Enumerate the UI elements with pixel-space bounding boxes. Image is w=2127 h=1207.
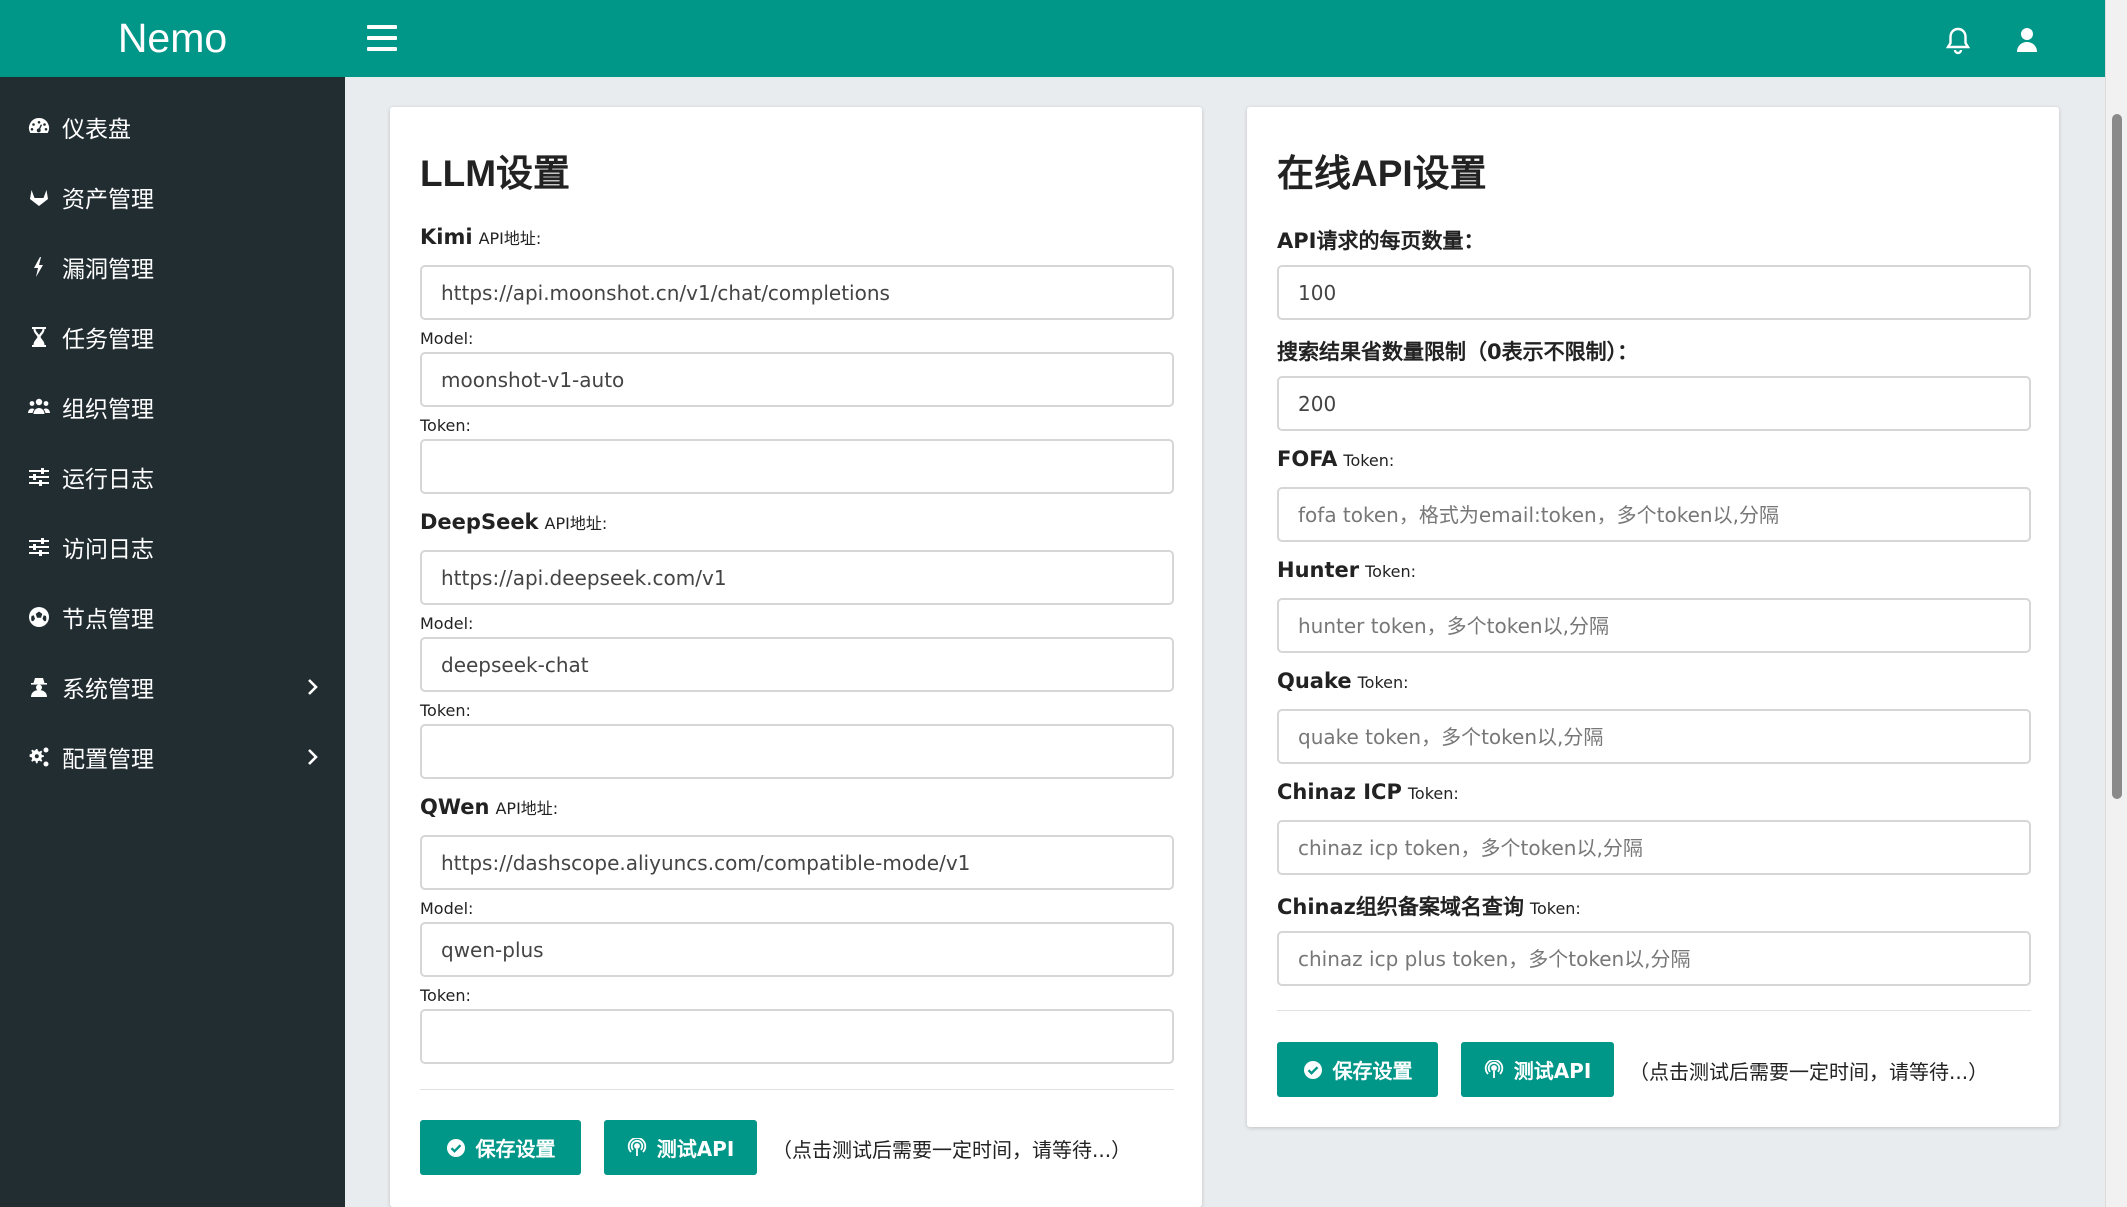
sidebar-item-orgs[interactable]: 组织管理 bbox=[0, 372, 345, 442]
online-test-note: （点击测试后需要一定时间，请等待...） bbox=[1629, 1060, 1989, 1084]
result-limit-input[interactable] bbox=[1277, 376, 2031, 431]
deepseek-label: DeepSeek API地址: bbox=[420, 510, 608, 534]
online-save-button[interactable]: 保存设置 bbox=[1277, 1042, 1438, 1097]
bolt-icon bbox=[26, 254, 52, 280]
sidebar-item-access-logs[interactable]: 访问日志 bbox=[0, 512, 345, 582]
divider bbox=[1277, 1010, 2031, 1011]
online-test-label: 测试API bbox=[1513, 1059, 1592, 1083]
sidebar-item-tasks[interactable]: 任务管理 bbox=[0, 302, 345, 372]
llm-card-title: LLM设置 bbox=[420, 153, 571, 194]
sidebar-item-vulns[interactable]: 漏洞管理 bbox=[0, 232, 345, 302]
qwen-token-input[interactable] bbox=[420, 1009, 1174, 1064]
sidebar-item-assets[interactable]: 资产管理 bbox=[0, 162, 345, 232]
kimi-label: Kimi API地址: bbox=[420, 225, 542, 249]
fofa-token-input[interactable] bbox=[1277, 487, 2031, 542]
sidebar-item-label: 任务管理 bbox=[62, 327, 154, 353]
online-test-api-button[interactable]: 测试API bbox=[1461, 1042, 1614, 1097]
online-save-label: 保存设置 bbox=[1332, 1059, 1413, 1083]
deepseek-token-label: Token: bbox=[420, 701, 471, 720]
podcast-icon bbox=[627, 1137, 647, 1158]
hourglass-icon bbox=[26, 324, 52, 350]
check-circle-icon bbox=[1303, 1060, 1323, 1080]
podcast-icon bbox=[1484, 1059, 1504, 1080]
online-api-settings-card: 在线API设置 API请求的每页数量： 搜索结果省数量限制（0表示不限制）： F… bbox=[1247, 107, 2059, 1127]
result-limit-label: 搜索结果省数量限制（0表示不限制）： bbox=[1277, 340, 1639, 364]
deepseek-api-url-input[interactable] bbox=[420, 550, 1174, 605]
user-icon[interactable] bbox=[2011, 24, 2043, 56]
chinaz-icp-label: Chinaz ICP Token: bbox=[1277, 780, 1459, 804]
qwen-model-input[interactable] bbox=[420, 922, 1174, 977]
page-scrollbar[interactable] bbox=[2105, 0, 2127, 1207]
deepseek-token-input[interactable] bbox=[420, 724, 1174, 779]
deepseek-model-label: Model: bbox=[420, 614, 474, 633]
llm-test-api-button[interactable]: 测试API bbox=[604, 1120, 757, 1175]
brand-logo[interactable]: Nemo bbox=[0, 0, 345, 77]
hunter-label: Hunter Token: bbox=[1277, 558, 1417, 582]
sidebar-item-label: 仪表盘 bbox=[62, 117, 131, 143]
fofa-label: FOFA Token: bbox=[1277, 447, 1395, 471]
sidebar-item-nodes[interactable]: 节点管理 bbox=[0, 582, 345, 652]
chinaz-org-label: Chinaz组织备案域名查询 Token: bbox=[1277, 895, 1581, 919]
chevron-right-icon bbox=[301, 746, 323, 768]
sidebar-item-label: 组织管理 bbox=[62, 397, 154, 423]
quake-label: Quake Token: bbox=[1277, 669, 1409, 693]
dashboard-icon bbox=[26, 114, 52, 140]
kimi-model-label: Model: bbox=[420, 329, 474, 348]
top-header bbox=[345, 0, 2105, 77]
chinaz-org-token-input[interactable] bbox=[1277, 931, 2031, 986]
kimi-model-input[interactable] bbox=[420, 352, 1174, 407]
qwen-token-label: Token: bbox=[420, 986, 471, 1005]
quake-token-input[interactable] bbox=[1277, 709, 2031, 764]
sidebar-item-label: 运行日志 bbox=[62, 467, 154, 493]
online-card-title: 在线API设置 bbox=[1277, 153, 1487, 194]
sidebar-item-label: 漏洞管理 bbox=[62, 257, 154, 283]
deepseek-model-input[interactable] bbox=[420, 637, 1174, 692]
gitlab-fox-icon bbox=[26, 184, 52, 210]
qwen-label: QWen API地址: bbox=[420, 795, 559, 819]
chinaz-icp-token-input[interactable] bbox=[1277, 820, 2031, 875]
hunter-token-input[interactable] bbox=[1277, 598, 2031, 653]
llm-settings-card: LLM设置 KimiAPI地址: Model: Token: DeepSeekA… bbox=[390, 107, 1202, 1207]
users-icon bbox=[26, 394, 52, 420]
sidebar-item-config[interactable]: 配置管理 bbox=[0, 722, 345, 792]
cogs-icon bbox=[26, 744, 52, 770]
user-secret-icon bbox=[26, 674, 52, 700]
sliders-icon bbox=[26, 464, 52, 490]
page-size-input[interactable] bbox=[1277, 265, 2031, 320]
llm-save-label: 保存设置 bbox=[475, 1137, 556, 1161]
llm-test-note: （点击测试后需要一定时间，请等待...） bbox=[772, 1138, 1132, 1162]
scrollbar-thumb[interactable] bbox=[2112, 114, 2122, 799]
sidebar-item-label: 配置管理 bbox=[62, 747, 154, 773]
kimi-api-url-input[interactable] bbox=[420, 265, 1174, 320]
sidebar-item-run-logs[interactable]: 运行日志 bbox=[0, 442, 345, 512]
check-circle-icon bbox=[446, 1138, 466, 1158]
divider bbox=[420, 1089, 1174, 1090]
kimi-token-input[interactable] bbox=[420, 439, 1174, 494]
menu-toggle-icon[interactable] bbox=[367, 25, 397, 53]
sidebar-item-system[interactable]: 系统管理 bbox=[0, 652, 345, 722]
qwen-model-label: Model: bbox=[420, 899, 474, 918]
sidebar: Nemo 仪表盘 资产管理 漏洞管理 任务管理 组织管理 运行日志 访问日志 节… bbox=[0, 0, 345, 1207]
sidebar-item-dashboard[interactable]: 仪表盘 bbox=[0, 92, 345, 162]
kimi-token-label: Token: bbox=[420, 416, 471, 435]
sliders-icon bbox=[26, 534, 52, 560]
sidebar-item-label: 访问日志 bbox=[62, 537, 154, 563]
sidebar-item-label: 资产管理 bbox=[62, 187, 154, 213]
sidebar-item-label: 节点管理 bbox=[62, 607, 154, 633]
llm-save-button[interactable]: 保存设置 bbox=[420, 1120, 581, 1175]
page-size-label: API请求的每页数量： bbox=[1277, 229, 1485, 253]
qwen-api-url-input[interactable] bbox=[420, 835, 1174, 890]
sidebar-nav: 仪表盘 资产管理 漏洞管理 任务管理 组织管理 运行日志 访问日志 节点管理 系… bbox=[0, 77, 345, 792]
futbol-icon bbox=[26, 604, 52, 630]
llm-test-label: 测试API bbox=[656, 1137, 735, 1161]
bell-icon[interactable] bbox=[1942, 24, 1974, 56]
chevron-right-icon bbox=[301, 676, 323, 698]
sidebar-item-label: 系统管理 bbox=[62, 677, 154, 703]
